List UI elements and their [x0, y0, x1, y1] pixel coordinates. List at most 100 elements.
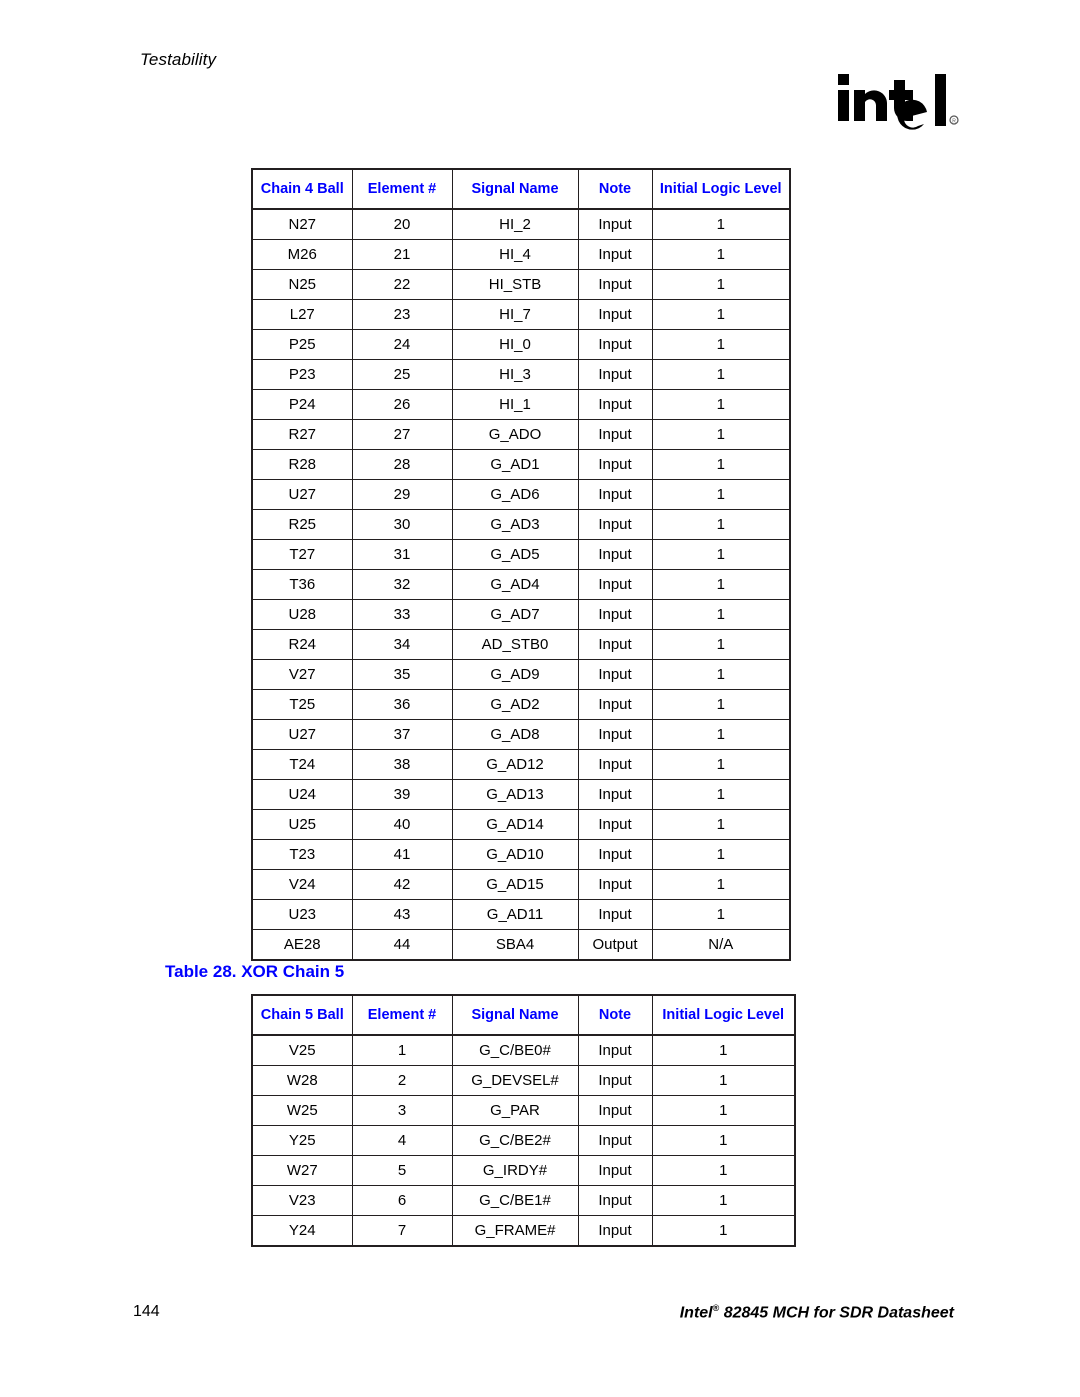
cell-note: Input [577, 208, 653, 240]
cell-initial-logic-level: 1 [651, 1185, 796, 1216]
cell-note: Input [577, 899, 653, 930]
table-row: W27 5 G_IRDY# Input 1 [251, 1155, 796, 1186]
cell-signal-name: HI_7 [451, 299, 579, 330]
cell-ball: W27 [251, 1155, 353, 1186]
table-row: R27 27 G_ADO Input 1 [251, 419, 791, 450]
cell-note: Output [577, 929, 653, 961]
cell-ball: U23 [251, 899, 353, 930]
cell-ball: T25 [251, 689, 353, 720]
cell-ball: V27 [251, 659, 353, 690]
cell-note: Input [577, 869, 653, 900]
cell-element-number: 32 [351, 569, 453, 600]
cell-initial-logic-level: 1 [651, 359, 791, 390]
table-row: V24 42 G_AD15 Input 1 [251, 869, 791, 900]
cell-ball: P23 [251, 359, 353, 390]
cell-element-number: 26 [351, 389, 453, 420]
cell-signal-name: G_AD3 [451, 509, 579, 540]
cell-signal-name: G_C/BE2# [451, 1125, 579, 1156]
cell-ball: V23 [251, 1185, 353, 1216]
cell-initial-logic-level: 1 [651, 869, 791, 900]
cell-initial-logic-level: 1 [651, 749, 791, 780]
cell-initial-logic-level: 1 [651, 779, 791, 810]
cell-element-number: 7 [351, 1215, 453, 1247]
table-row: R25 30 G_AD3 Input 1 [251, 509, 791, 540]
cell-note: Input [577, 359, 653, 390]
cell-ball: T24 [251, 749, 353, 780]
cell-ball: N25 [251, 269, 353, 300]
cell-element-number: 5 [351, 1155, 453, 1186]
cell-initial-logic-level: 1 [651, 659, 791, 690]
table-row: U23 43 G_AD11 Input 1 [251, 899, 791, 930]
cell-ball: U25 [251, 809, 353, 840]
column-header-element-number: Element # [351, 168, 453, 210]
table-row: AE28 44 SBA4 Output N/A [251, 929, 791, 961]
cell-initial-logic-level: 1 [651, 389, 791, 420]
cell-element-number: 20 [351, 208, 453, 240]
cell-signal-name: HI_STB [451, 269, 579, 300]
cell-signal-name: AD_STB0 [451, 629, 579, 660]
cell-note: Input [577, 1095, 653, 1126]
cell-ball: R28 [251, 449, 353, 480]
cell-initial-logic-level: 1 [651, 1065, 796, 1096]
cell-signal-name: G_AD12 [451, 749, 579, 780]
table-28-caption: Table 28. XOR Chain 5 [165, 962, 345, 981]
cell-ball: V24 [251, 869, 353, 900]
cell-ball: V25 [251, 1034, 353, 1066]
table-row: N25 22 HI_STB Input 1 [251, 269, 791, 300]
cell-signal-name: G_AD8 [451, 719, 579, 750]
cell-initial-logic-level: 1 [651, 719, 791, 750]
cell-note: Input [577, 1034, 653, 1066]
column-header-note: Note [577, 994, 653, 1036]
cell-ball: U27 [251, 719, 353, 750]
cell-initial-logic-level: 1 [651, 479, 791, 510]
cell-ball: M26 [251, 239, 353, 270]
cell-note: Input [577, 629, 653, 660]
cell-ball: W28 [251, 1065, 353, 1096]
cell-ball: P25 [251, 329, 353, 360]
column-header-chain-ball: Chain 4 Ball [251, 168, 353, 210]
cell-initial-logic-level: 1 [651, 419, 791, 450]
cell-ball: R24 [251, 629, 353, 660]
table-row: T25 36 G_AD2 Input 1 [251, 689, 791, 720]
cell-ball: W25 [251, 1095, 353, 1126]
cell-initial-logic-level: 1 [651, 1125, 796, 1156]
cell-element-number: 24 [351, 329, 453, 360]
cell-note: Input [577, 509, 653, 540]
cell-note: Input [577, 599, 653, 630]
cell-ball: P24 [251, 389, 353, 420]
cell-signal-name: G_PAR [451, 1095, 579, 1126]
cell-signal-name: HI_3 [451, 359, 579, 390]
cell-signal-name: G_AD7 [451, 599, 579, 630]
table-header-row: Chain 4 Ball Element # Signal Name Note … [251, 168, 791, 210]
cell-element-number: 27 [351, 419, 453, 450]
cell-note: Input [577, 299, 653, 330]
cell-element-number: 33 [351, 599, 453, 630]
cell-note: Input [577, 539, 653, 570]
cell-element-number: 40 [351, 809, 453, 840]
cell-element-number: 2 [351, 1065, 453, 1096]
xor-chain-5-body: V25 1 G_C/BE0# Input 1 W28 2 G_DEVSEL# Input 1 W25… [251, 1034, 796, 1247]
cell-element-number: 23 [351, 299, 453, 330]
table-row: V27 35 G_AD9 Input 1 [251, 659, 791, 690]
cell-element-number: 29 [351, 479, 453, 510]
column-header-note: Note [577, 168, 653, 210]
cell-initial-logic-level: 1 [651, 899, 791, 930]
table-row: T27 31 G_AD5 Input 1 [251, 539, 791, 570]
column-header-signal-name: Signal Name [451, 168, 579, 210]
cell-note: Input [577, 1065, 653, 1096]
cell-element-number: 34 [351, 629, 453, 660]
table-row: R28 28 G_AD1 Input 1 [251, 449, 791, 480]
cell-note: Input [577, 659, 653, 690]
cell-signal-name: G_AD2 [451, 689, 579, 720]
cell-note: Input [577, 1155, 653, 1186]
xor-chain-5-table: Chain 5 Ball Element # Signal Name Note … [251, 994, 796, 1247]
xor-chain-4-table: Chain 4 Ball Element # Signal Name Note … [251, 168, 791, 961]
cell-signal-name: G_AD6 [451, 479, 579, 510]
cell-signal-name: G_AD10 [451, 839, 579, 870]
table-row: U24 39 G_AD13 Input 1 [251, 779, 791, 810]
cell-initial-logic-level: 1 [651, 449, 791, 480]
svg-text:R: R [952, 119, 956, 125]
cell-initial-logic-level: 1 [651, 1215, 796, 1247]
cell-signal-name: HI_1 [451, 389, 579, 420]
cell-element-number: 39 [351, 779, 453, 810]
